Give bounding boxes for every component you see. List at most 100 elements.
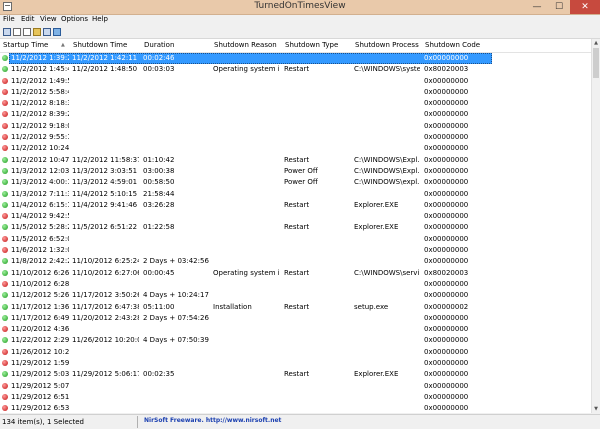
table-row[interactable]: 11/17/2012 6:49:...11/20/2012 2:43:28...… — [0, 313, 592, 324]
status-green-icon — [2, 55, 8, 61]
status-red-icon — [2, 348, 8, 355]
table-row[interactable]: 11/2/2012 10:24:... 0x00000000 — [0, 143, 592, 154]
cell-shutdown-code: 0x00000000 — [424, 279, 469, 288]
cell-shutdown-code: 0x00000000 — [424, 54, 469, 62]
status-red-icon — [2, 280, 8, 287]
col-shutdown-code[interactable]: Shutdown Code — [425, 41, 480, 49]
refresh-icon[interactable] — [43, 28, 51, 36]
cell-shutdown-type: Restart — [284, 302, 310, 311]
status-red-icon — [2, 213, 8, 220]
cell-shutdown-code: 0x00000000 — [424, 291, 469, 300]
cell-startup-time: 11/5/2012 5:28:2... — [11, 223, 69, 232]
table-row[interactable]: 11/10/2012 6:26:...11/10/2012 6:27:06...… — [0, 268, 592, 279]
status-green-icon — [2, 201, 8, 208]
cell-shutdown-type: Restart — [284, 155, 310, 164]
table-row[interactable]: 11/20/2012 4:36:... 0x00000000 — [0, 324, 592, 335]
cell-shutdown-type: Restart — [284, 370, 310, 379]
table-row[interactable]: 11/3/2012 7:11:3...11/4/2012 5:10:15 ...… — [0, 189, 592, 200]
status-red-icon — [2, 88, 8, 95]
scroll-thumb[interactable] — [593, 48, 599, 78]
cell-duration: 00:03:03 — [143, 65, 175, 74]
table-row[interactable]: 11/10/2012 6:28:... 0x00000000 — [0, 279, 592, 290]
table-row[interactable]: 11/17/2012 1:36:...11/17/2012 6:47:38...… — [0, 302, 592, 313]
col-shutdown-reason[interactable]: Shutdown Reason — [214, 41, 277, 49]
table-row[interactable]: 11/29/2012 6:53:... 0x00000000 — [0, 403, 592, 413]
status-green-icon — [2, 66, 8, 73]
scroll-up-icon[interactable]: ▲ — [592, 39, 600, 47]
table-row[interactable]: 11/3/2012 4:00:1...11/3/2012 4:59:01 ...… — [0, 177, 592, 188]
cell-startup-time: 11/29/2012 6:51:... — [11, 392, 69, 401]
col-shutdown-process[interactable]: Shutdown Process — [355, 41, 419, 49]
status-red-icon — [2, 360, 8, 367]
cell-shutdown-code: 0x80020003 — [424, 65, 469, 74]
col-duration[interactable]: Duration — [144, 41, 174, 49]
cell-startup-time: 11/3/2012 12:03:... — [11, 166, 69, 175]
table-row[interactable]: 11/12/2012 5:26:...11/17/2012 3:50:26...… — [0, 290, 592, 301]
table-row[interactable]: 11/2/2012 5:58:4... 0x00000000 — [0, 87, 592, 98]
table-row[interactable]: 11/8/2012 2:42:2...11/10/2012 6:25:24...… — [0, 256, 592, 267]
maximize-button[interactable]: ☐ — [548, 0, 570, 14]
properties-icon[interactable] — [13, 28, 21, 36]
minimize-button[interactable]: — — [526, 0, 548, 14]
col-startup-time[interactable]: Startup Time — [3, 41, 48, 49]
cell-startup-time: 11/2/2012 1:45:4... — [11, 65, 69, 74]
cell-shutdown-type: Restart — [284, 223, 310, 232]
table-row[interactable]: 11/5/2012 6:52:0... 0x00000000 — [0, 234, 592, 245]
table-row[interactable]: 11/2/2012 8:18:3... 0x00000000 — [0, 98, 592, 109]
table-row[interactable]: 11/2/2012 1:39:2...11/2/2012 1:42:11 ...… — [0, 53, 592, 64]
cell-duration: 21:58:44 — [143, 189, 175, 198]
cell-shutdown-code: 0x00000000 — [424, 121, 469, 130]
table-row[interactable]: 11/29/2012 6:51:... 0x00000000 — [0, 392, 592, 403]
table-row[interactable]: 11/2/2012 10:47:...11/2/2012 11:58:37...… — [0, 155, 592, 166]
table-row[interactable]: 11/2/2012 9:18:0... 0x00000000 — [0, 121, 592, 132]
cell-startup-time: 11/29/2012 1:59:... — [11, 359, 69, 368]
nirsoft-link[interactable]: NirSoft Freeware. http://www.nirsoft.net — [144, 417, 281, 424]
cell-shutdown-code: 0x00000000 — [424, 200, 469, 209]
menu-help[interactable]: Help — [92, 15, 108, 23]
cell-startup-time: 11/17/2012 1:36:... — [11, 302, 69, 311]
scroll-down-icon[interactable]: ▼ — [592, 405, 600, 413]
status-red-icon — [2, 100, 8, 107]
status-green-icon — [2, 337, 8, 344]
cell-shutdown-code: 0x80020003 — [424, 268, 469, 277]
export-icon[interactable] — [53, 28, 61, 36]
table-row[interactable]: 11/2/2012 1:49:5... 0x00000000 — [0, 76, 592, 87]
cell-startup-time: 11/26/2012 10:21... — [11, 347, 69, 356]
table-row[interactable]: 11/2/2012 9:55:1... 0x00000000 — [0, 132, 592, 143]
table-row[interactable]: 11/29/2012 5:07:... 0x00000000 — [0, 381, 592, 392]
table-row[interactable]: 11/2/2012 1:45:4...11/2/2012 1:48:50 ...… — [0, 64, 592, 75]
cell-duration: 2 Days + 07:54:26 — [143, 313, 209, 322]
col-shutdown-type[interactable]: Shutdown Type — [285, 41, 338, 49]
table-row[interactable]: 11/29/2012 5:03:...11/29/2012 5:06:17...… — [0, 369, 592, 380]
close-button[interactable]: ✕ — [570, 0, 600, 14]
cell-duration: 00:02:35 — [143, 370, 175, 379]
cell-shutdown-code: 0x00000000 — [424, 87, 469, 96]
menu-edit[interactable]: Edit — [21, 15, 35, 23]
table-row[interactable]: 11/6/2012 1:32:0... 0x00000000 — [0, 245, 592, 256]
cell-shutdown-time: 11/3/2012 3:03:51 ... — [72, 166, 139, 175]
save-icon[interactable] — [3, 28, 11, 36]
cell-shutdown-time: 11/4/2012 9:41:46 ... — [72, 200, 139, 209]
table-row[interactable]: 11/3/2012 12:03:...11/3/2012 3:03:51 ...… — [0, 166, 592, 177]
menu-view[interactable]: View — [40, 15, 57, 23]
menu-file[interactable]: File — [3, 15, 15, 23]
cell-startup-time: 11/20/2012 4:36:... — [11, 325, 69, 334]
status-red-icon — [2, 111, 8, 118]
table-row[interactable]: 11/5/2012 5:28:2...11/5/2012 6:51:22 ...… — [0, 222, 592, 233]
table-row[interactable]: 11/22/2012 2:29:...11/26/2012 10:20:0...… — [0, 335, 592, 346]
cell-shutdown-code: 0x00000000 — [424, 189, 469, 198]
col-shutdown-time[interactable]: Shutdown Time — [73, 41, 127, 49]
copy-icon[interactable] — [23, 28, 31, 36]
table-row[interactable]: 11/4/2012 6:15:1...11/4/2012 9:41:46 ...… — [0, 200, 592, 211]
menu-options[interactable]: Options — [61, 15, 88, 23]
status-red-icon — [2, 247, 8, 254]
table-row[interactable]: 11/26/2012 10:21... 0x00000000 — [0, 347, 592, 358]
cell-duration: 4 Days + 10:24:17 — [143, 291, 209, 300]
cell-shutdown-process: C:\WINDOWS\Expl... — [354, 166, 420, 175]
table-row[interactable]: 11/29/2012 1:59:... 0x00000000 — [0, 358, 592, 369]
table-row[interactable]: 11/2/2012 8:39:2... 0x00000000 — [0, 109, 592, 120]
vertical-scrollbar[interactable]: ▲ ▼ — [591, 39, 600, 413]
status-green-icon — [2, 269, 8, 276]
open-folder-icon[interactable] — [33, 28, 41, 36]
table-row[interactable]: 11/4/2012 9:42:5... 0x00000000 — [0, 211, 592, 222]
